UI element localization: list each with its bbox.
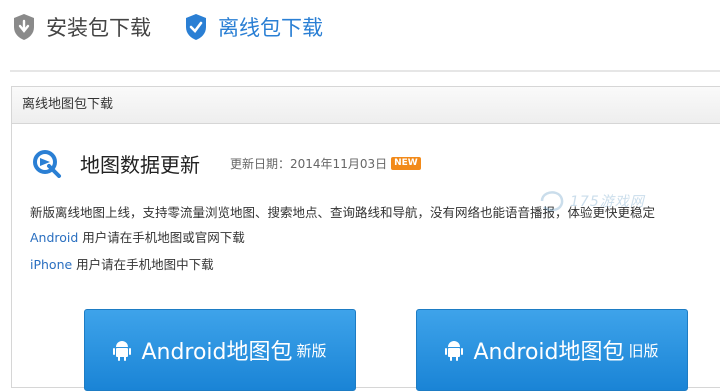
tab-install-label: 安装包下载	[46, 16, 151, 40]
android-icon	[113, 341, 132, 361]
map-logo-icon	[33, 150, 61, 178]
download-button-label: Android地图包	[473, 340, 625, 365]
download-button-label: Android地图包	[141, 340, 293, 365]
site-watermark: 175游戏网	[540, 190, 645, 212]
iphone-platform-link[interactable]: iPhone	[30, 257, 72, 272]
map-update-title: 地图数据更新	[80, 152, 200, 177]
download-button-version: 新版	[296, 341, 327, 360]
new-badge: NEW	[391, 156, 421, 170]
android-note: Android 用户请在手机地图或官网下载	[30, 228, 245, 248]
map-update-title-row: 地图数据更新 更新日期： 2014年11月03日 NEW	[32, 145, 421, 181]
offline-map-panel: 离线地图包下载 地图数据更新 更新日期： 2014年11月03日 NEW 新版离…	[11, 86, 720, 391]
tab-offline-package[interactable]: 离线包下载	[184, 10, 323, 44]
tab-offline-label: 离线包下载	[218, 16, 323, 40]
download-button-version: 旧版	[628, 341, 659, 360]
android-map-new-download-button[interactable]: Android地图包 新版	[84, 309, 356, 391]
download-tabs: 安装包下载 离线包下载	[0, 0, 720, 56]
panel-header: 离线地图包下载	[12, 87, 720, 124]
tab-install-package[interactable]: 安装包下载	[12, 10, 151, 44]
shield-check-icon	[186, 14, 206, 40]
android-platform-link[interactable]: Android	[30, 230, 78, 245]
android-icon	[445, 341, 464, 361]
update-date-value: 2014年11月03日	[290, 156, 388, 171]
update-date-label: 更新日期：	[230, 156, 291, 171]
android-map-old-download-button[interactable]: Android地图包 旧版	[416, 309, 688, 391]
shield-down-icon	[14, 14, 34, 40]
watermark-logo-icon	[540, 191, 564, 212]
android-note-text: 用户请在手机地图或官网下载	[78, 230, 245, 245]
watermark-text: 175游戏网	[570, 194, 645, 210]
iphone-note-text: 用户请在手机地图中下载	[72, 257, 214, 272]
tabs-divider	[10, 70, 720, 72]
iphone-note: iPhone 用户请在手机地图中下载	[30, 255, 214, 275]
